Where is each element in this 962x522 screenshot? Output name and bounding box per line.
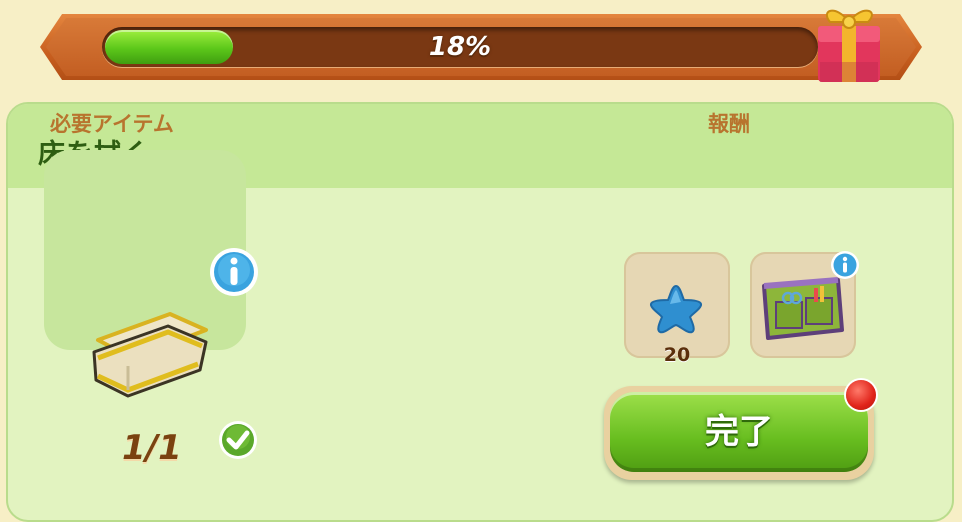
star-icon xyxy=(649,284,703,334)
required-item-count: 1/1 xyxy=(122,428,182,468)
required-items-label: 必要アイテム xyxy=(50,112,174,136)
progress-percent: 18% xyxy=(428,32,492,62)
cloth-rag-icon xyxy=(92,312,208,398)
gift-box-icon[interactable] xyxy=(808,0,888,86)
info-icon-small[interactable] xyxy=(830,250,860,280)
notification-dot xyxy=(846,380,876,410)
complete-button-label: 完了 xyxy=(705,412,773,452)
rewards-label: 報酬 xyxy=(708,112,750,136)
reward-star-count: 20 xyxy=(663,344,691,366)
checkmark-icon xyxy=(219,421,257,459)
complete-button-face[interactable]: 完了 xyxy=(610,392,868,472)
info-icon[interactable] xyxy=(208,246,260,298)
complete-button[interactable]: 完了 xyxy=(604,386,874,480)
